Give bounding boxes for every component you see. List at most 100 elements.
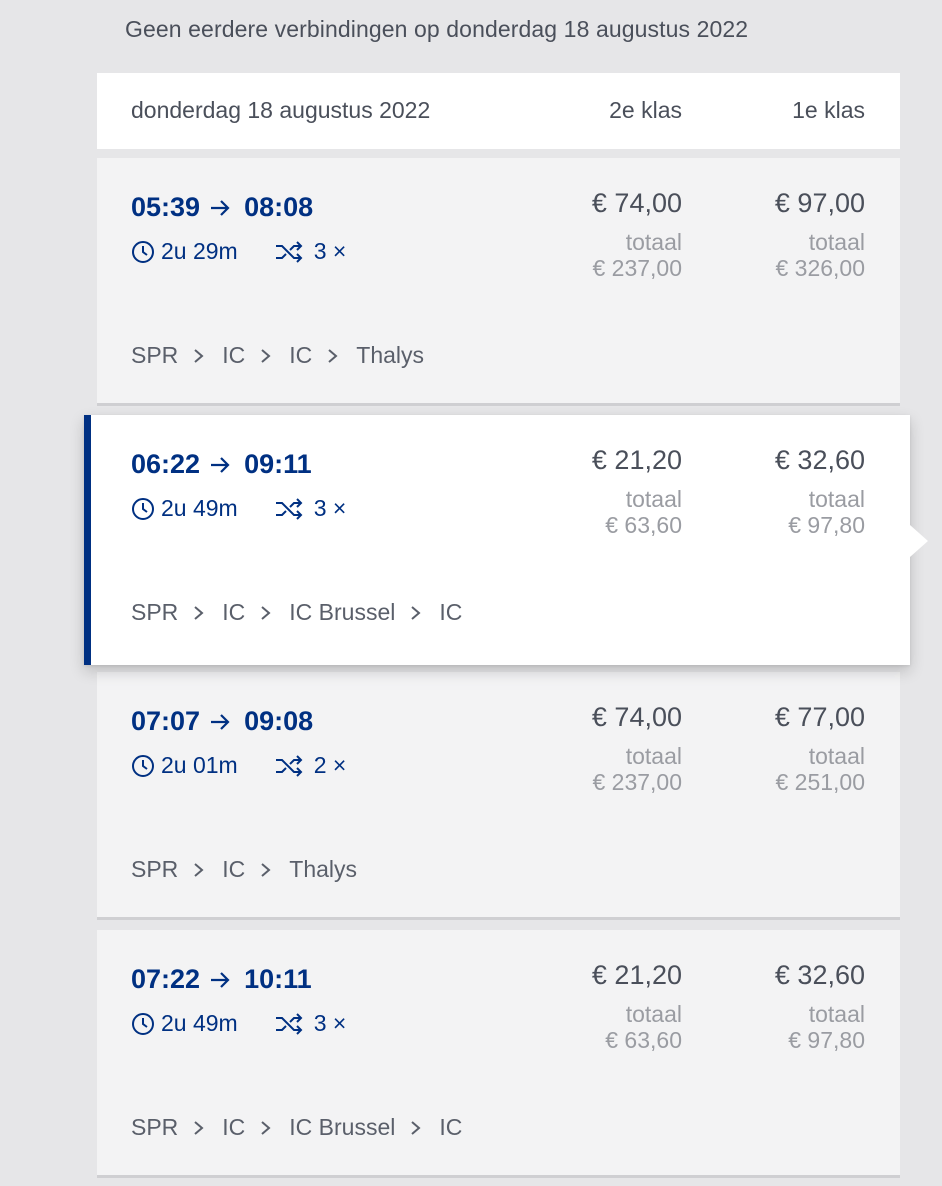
transfer-count: 3 × bbox=[313, 238, 347, 264]
arrow-right-icon bbox=[211, 456, 230, 473]
arrival-time: 09:08 bbox=[244, 706, 314, 736]
results-header: donderdag 18 augustus 2022 2e klas 1e kl… bbox=[97, 73, 900, 149]
price-2nd-class: € 21,20 bbox=[591, 960, 682, 990]
total-label: totaal bbox=[625, 743, 682, 769]
trip-route: SPR IC IC Brussel IC bbox=[131, 599, 462, 626]
route-segment: SPR bbox=[131, 599, 179, 625]
route-segment: SPR bbox=[131, 1114, 179, 1140]
route-segment: IC bbox=[439, 1114, 463, 1140]
clock-icon bbox=[132, 1012, 154, 1035]
departure-time: 06:22 bbox=[131, 449, 201, 479]
clock-icon bbox=[132, 240, 154, 263]
trip-meta: 2u 49m 3 × bbox=[131, 1010, 346, 1037]
trip-card[interactable]: 07:07 09:08 2u 01m 2 × € 74,00 totaal € … bbox=[97, 672, 900, 920]
trip-card[interactable]: 05:39 08:08 2u 29m 3 × € 74,00 totaal € … bbox=[97, 158, 900, 406]
chevron-right-icon bbox=[194, 605, 204, 620]
total-label: totaal bbox=[625, 1001, 682, 1027]
total-label: totaal bbox=[625, 229, 682, 255]
route-segment: IC bbox=[222, 1114, 246, 1140]
route-segment: IC Brussel bbox=[289, 599, 396, 625]
total-1st-class: € 251,00 bbox=[775, 769, 865, 795]
chevron-right-icon bbox=[261, 605, 271, 620]
route-segment: IC bbox=[222, 856, 246, 882]
trip-card[interactable]: 07:22 10:11 2u 49m 3 × € 21,20 totaal € … bbox=[97, 930, 900, 1178]
trip-duration: 2u 29m bbox=[161, 238, 238, 264]
price-class-1: € 32,60 totaal € 97,80 bbox=[775, 960, 865, 1053]
transfers-icon bbox=[275, 497, 303, 520]
arrival-time: 08:08 bbox=[244, 192, 314, 222]
price-class-2: € 21,20 totaal € 63,60 bbox=[592, 445, 682, 538]
trip-duration: 2u 49m bbox=[161, 495, 238, 521]
total-label: totaal bbox=[808, 743, 865, 769]
transfers-icon bbox=[275, 754, 303, 777]
departure-time: 05:39 bbox=[131, 192, 201, 222]
arrow-right-icon bbox=[211, 199, 230, 216]
price-class-2: € 74,00 totaal € 237,00 bbox=[592, 188, 682, 281]
trip-duration: 2u 49m bbox=[161, 1010, 238, 1036]
price-2nd-class: € 74,00 bbox=[591, 702, 682, 732]
chevron-right-icon bbox=[194, 1120, 204, 1135]
trip-duration: 2u 01m bbox=[161, 752, 238, 778]
header-date: donderdag 18 augustus 2022 bbox=[131, 97, 431, 123]
price-1st-class: € 32,60 bbox=[774, 960, 865, 990]
price-2nd-class: € 74,00 bbox=[591, 188, 682, 218]
total-1st-class: € 326,00 bbox=[775, 255, 865, 281]
price-1st-class: € 77,00 bbox=[774, 702, 865, 732]
header-class-1: 1e klas bbox=[792, 97, 865, 123]
total-1st-class: € 97,80 bbox=[788, 512, 865, 538]
route-segment: IC bbox=[289, 342, 313, 368]
total-label: totaal bbox=[808, 1001, 865, 1027]
trip-card[interactable]: 06:22 09:11 2u 49m 3 × € 21,20 totaal € … bbox=[84, 415, 928, 665]
trip-times: 06:22 09:11 bbox=[131, 449, 312, 480]
route-segment: Thalys bbox=[289, 856, 358, 882]
clock-icon bbox=[132, 754, 154, 777]
price-class-2: € 74,00 totaal € 237,00 bbox=[592, 702, 682, 795]
price-class-1: € 97,00 totaal € 326,00 bbox=[775, 188, 865, 281]
route-segment: IC bbox=[222, 342, 246, 368]
trip-meta: 2u 01m 2 × bbox=[131, 752, 346, 779]
transfer-count: 2 × bbox=[313, 752, 347, 778]
trip-times: 07:07 09:08 bbox=[131, 706, 313, 737]
route-segment: SPR bbox=[131, 342, 179, 368]
clock-icon bbox=[132, 497, 154, 520]
header-class-2: 2e klas bbox=[609, 97, 682, 123]
route-segment: IC Brussel bbox=[289, 1114, 396, 1140]
chevron-right-icon bbox=[261, 1120, 271, 1135]
departure-time: 07:07 bbox=[131, 706, 201, 736]
chevron-right-icon bbox=[261, 348, 271, 363]
total-label: totaal bbox=[625, 486, 682, 512]
transfers-icon bbox=[275, 1012, 303, 1035]
transfer-count: 3 × bbox=[313, 495, 347, 521]
total-2nd-class: € 63,60 bbox=[605, 1027, 682, 1053]
chevron-right-icon bbox=[194, 348, 204, 363]
arrival-time: 09:11 bbox=[244, 449, 312, 479]
route-segment: SPR bbox=[131, 856, 179, 882]
trip-route: SPR IC IC Thalys bbox=[131, 342, 424, 369]
trip-meta: 2u 49m 3 × bbox=[131, 495, 346, 522]
arrow-right-icon bbox=[211, 713, 230, 730]
trip-route: SPR IC Thalys bbox=[131, 856, 357, 883]
transfer-count: 3 × bbox=[313, 1010, 347, 1036]
total-1st-class: € 97,80 bbox=[788, 1027, 865, 1053]
trip-times: 07:22 10:11 bbox=[131, 964, 312, 995]
route-segment: Thalys bbox=[356, 342, 425, 368]
route-segment: IC bbox=[439, 599, 463, 625]
chevron-right-icon bbox=[261, 862, 271, 877]
chevron-right-icon bbox=[194, 862, 204, 877]
chevron-right-icon bbox=[328, 348, 338, 363]
arrow-right-icon bbox=[211, 971, 230, 988]
route-segment: IC bbox=[222, 599, 246, 625]
price-class-1: € 32,60 totaal € 97,80 bbox=[775, 445, 865, 538]
no-earlier-connections-notice: Geen eerdere verbindingen op donderdag 1… bbox=[125, 16, 749, 42]
total-label: totaal bbox=[808, 486, 865, 512]
trip-times: 05:39 08:08 bbox=[131, 192, 313, 223]
price-1st-class: € 32,60 bbox=[774, 445, 865, 475]
chevron-right-icon bbox=[411, 1120, 421, 1135]
price-class-2: € 21,20 totaal € 63,60 bbox=[592, 960, 682, 1053]
transfers-icon bbox=[275, 240, 303, 263]
price-1st-class: € 97,00 bbox=[774, 188, 865, 218]
total-label: totaal bbox=[808, 229, 865, 255]
price-class-1: € 77,00 totaal € 251,00 bbox=[775, 702, 865, 795]
trip-route: SPR IC IC Brussel IC bbox=[131, 1114, 462, 1141]
departure-time: 07:22 bbox=[131, 964, 201, 994]
